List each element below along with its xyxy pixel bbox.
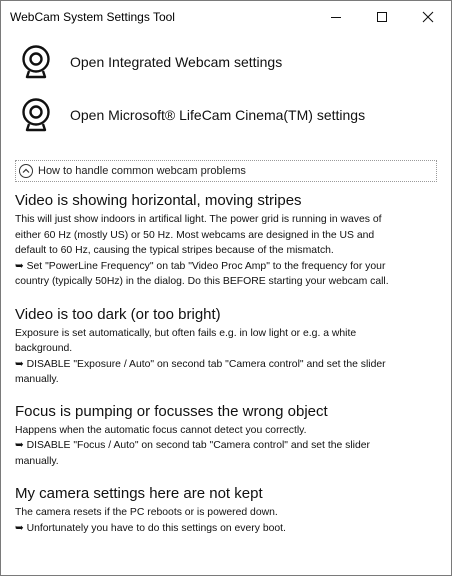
section-line: ➥ DISABLE "Focus / Auto" on second tab "… [15, 440, 370, 451]
help-section-dark: Video is too dark (or too bright) Exposu… [15, 304, 439, 388]
section-heading: Focus is pumping or focusses the wrong o… [15, 402, 328, 420]
section-line: manually. [15, 374, 59, 385]
webcam-icon [22, 98, 50, 132]
webcam-icon [22, 45, 50, 79]
section-line: Exposure is set automatically, but often… [15, 327, 357, 339]
section-heading: Video is too dark (or too bright) [15, 305, 221, 323]
section-heading: Video is showing horizontal, moving stri… [15, 192, 302, 209]
section-line: country (typically 50Hz) in the dialog. … [15, 276, 389, 287]
section-line: The camera resets if the PC reboots or i… [15, 507, 278, 518]
section-line: Happens when the automatic focus cannot … [15, 424, 307, 436]
collapse-chevron-icon [19, 164, 33, 178]
minimize-icon [331, 16, 341, 18]
section-line: ➥ Unfortunately you have to do this sett… [15, 522, 286, 534]
close-button[interactable] [405, 1, 451, 32]
camera-label: Open Integrated Webcam settings [70, 54, 283, 70]
help-content: Video is showing horizontal, moving stri… [15, 190, 439, 548]
open-lifecam-cinema-button[interactable]: Open Microsoft® LifeCam Cinema(TM) setti… [19, 97, 365, 133]
section-line: This will just show indoors in artifical… [15, 214, 382, 225]
section-line: default to 60 Hz, causing the typical st… [15, 245, 334, 256]
close-icon [422, 11, 434, 22]
section-line: manually. [15, 455, 59, 467]
section-line: background. [15, 343, 73, 354]
camera-label: Open Microsoft® LifeCam Cinema(TM) setti… [70, 107, 366, 123]
help-section-focus: Focus is pumping or focusses the wrong o… [15, 401, 439, 470]
app-window: WebCam System Settings Tool Open Integra… [0, 0, 452, 576]
section-heading: My camera settings here are not kept [15, 485, 263, 502]
section-line: ➥ DISABLE "Exposure / Auto" on second ta… [15, 358, 386, 370]
section-line: either 60 Hz (mostly US) or 50 Hz. Most … [15, 229, 375, 241]
title-bar[interactable]: WebCam System Settings Tool [1, 1, 451, 32]
section-line: ➥ Set "PowerLine Frequency" on tab "Vide… [15, 260, 386, 272]
help-section-stripes: Video is showing horizontal, moving stri… [15, 190, 439, 290]
window-title: WebCam System Settings Tool [10, 10, 175, 24]
minimize-button[interactable] [313, 1, 359, 32]
help-expander[interactable]: How to handle common webcam problems [15, 160, 437, 182]
maximize-icon [377, 11, 387, 22]
help-section-settings-not-kept: My camera settings here are not kept The… [15, 483, 439, 536]
maximize-button[interactable] [359, 1, 405, 32]
expander-label: How to handle common webcam problems [38, 165, 246, 177]
open-integrated-webcam-button[interactable]: Open Integrated Webcam settings [19, 44, 282, 80]
